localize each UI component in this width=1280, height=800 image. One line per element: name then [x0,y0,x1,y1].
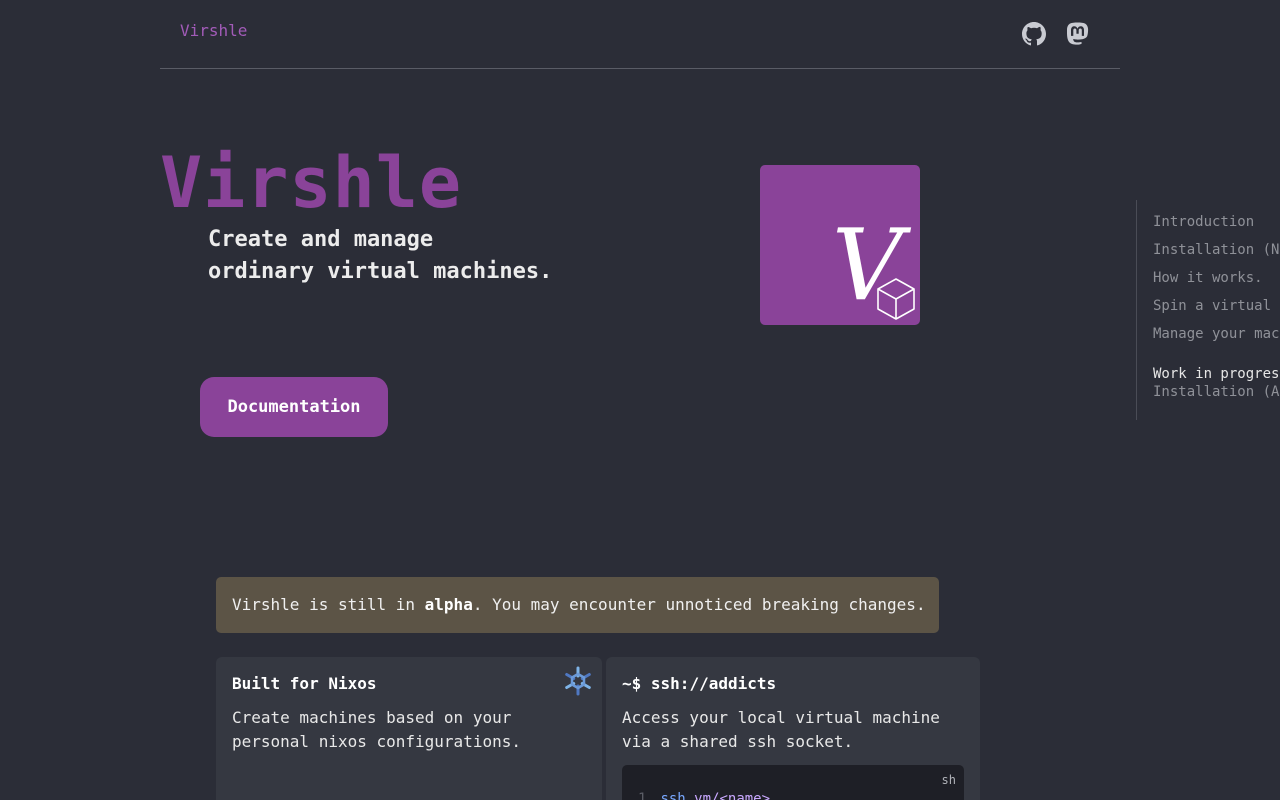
card-text-line-1: Create machines based on your [232,708,512,727]
code-command: ssh [660,791,686,800]
mastodon-icon[interactable] [1066,22,1090,46]
alpha-warning-alert: Virshle is still in alpha. You may encou… [216,577,939,633]
toc-item-installation-other[interactable]: Installation (A [1153,380,1280,408]
card-text-line-2: personal nixos configurations. [232,732,521,751]
feature-card-ssh: ~$ ssh://addicts Access your local virtu… [606,657,980,800]
card-title: Built for Nixos [232,674,377,693]
alert-prefix: Virshle is still in [232,595,425,614]
toc-item-manage-machines[interactable]: Manage your mac [1153,312,1280,342]
toc-item-introduction[interactable]: Introduction [1153,200,1280,230]
card-text: Create machines based on your personal n… [232,706,586,754]
toc-item-spin-vm[interactable]: Spin a virtual [1153,284,1280,314]
toc-item-how-it-works[interactable]: How it works. [1153,256,1280,286]
card-text-line-2: via a shared ssh socket. [622,732,854,751]
github-icon[interactable] [1022,22,1046,46]
card-text-line-1: Access your local virtual machine [622,708,940,727]
feature-card-nixos: Built for Nixos Create machines based on… [216,657,602,800]
virshle-logo: V [760,165,920,325]
hero-tagline: Create and manage ordinary virtual machi… [208,224,552,288]
code-argument: vm/<name> [694,791,771,800]
cube-icon [877,278,915,320]
hero-tagline-line-2: ordinary virtual machines. [208,259,553,284]
hero-title: Virshle [160,142,463,224]
code-line: 1 ssh vm/<name> [638,791,770,800]
table-of-contents: Introduction Installation (N How it work… [1136,200,1280,420]
brand-link[interactable]: Virshle [180,21,247,40]
toc-item-installation-nixos[interactable]: Installation (N [1153,228,1280,258]
toc-heading-work-in-progress[interactable]: Work in progres [1153,352,1280,382]
header-social-icons [1022,22,1090,46]
site-header: Virshle [160,0,1120,69]
nixos-snowflake-icon [565,666,591,696]
code-line-number: 1 [638,791,647,800]
card-title: ~$ ssh://addicts [622,675,964,693]
code-lang-label: sh [941,773,956,787]
card-text: Access your local virtual machine via a … [622,706,964,754]
documentation-button[interactable]: Documentation [200,377,388,437]
code-block: sh 1 ssh vm/<name> [622,765,964,800]
page: Virshle Virshle Create and manage ordina… [0,0,1280,800]
card-title-bold: ssh://addicts [650,674,777,693]
alert-suffix: . You may encounter unnoticed breaking c… [472,595,926,614]
alert-bold: alpha [424,595,473,614]
hero-tagline-line-1: Create and manage [208,227,434,252]
card-title-prefix: ~$ [622,674,651,693]
